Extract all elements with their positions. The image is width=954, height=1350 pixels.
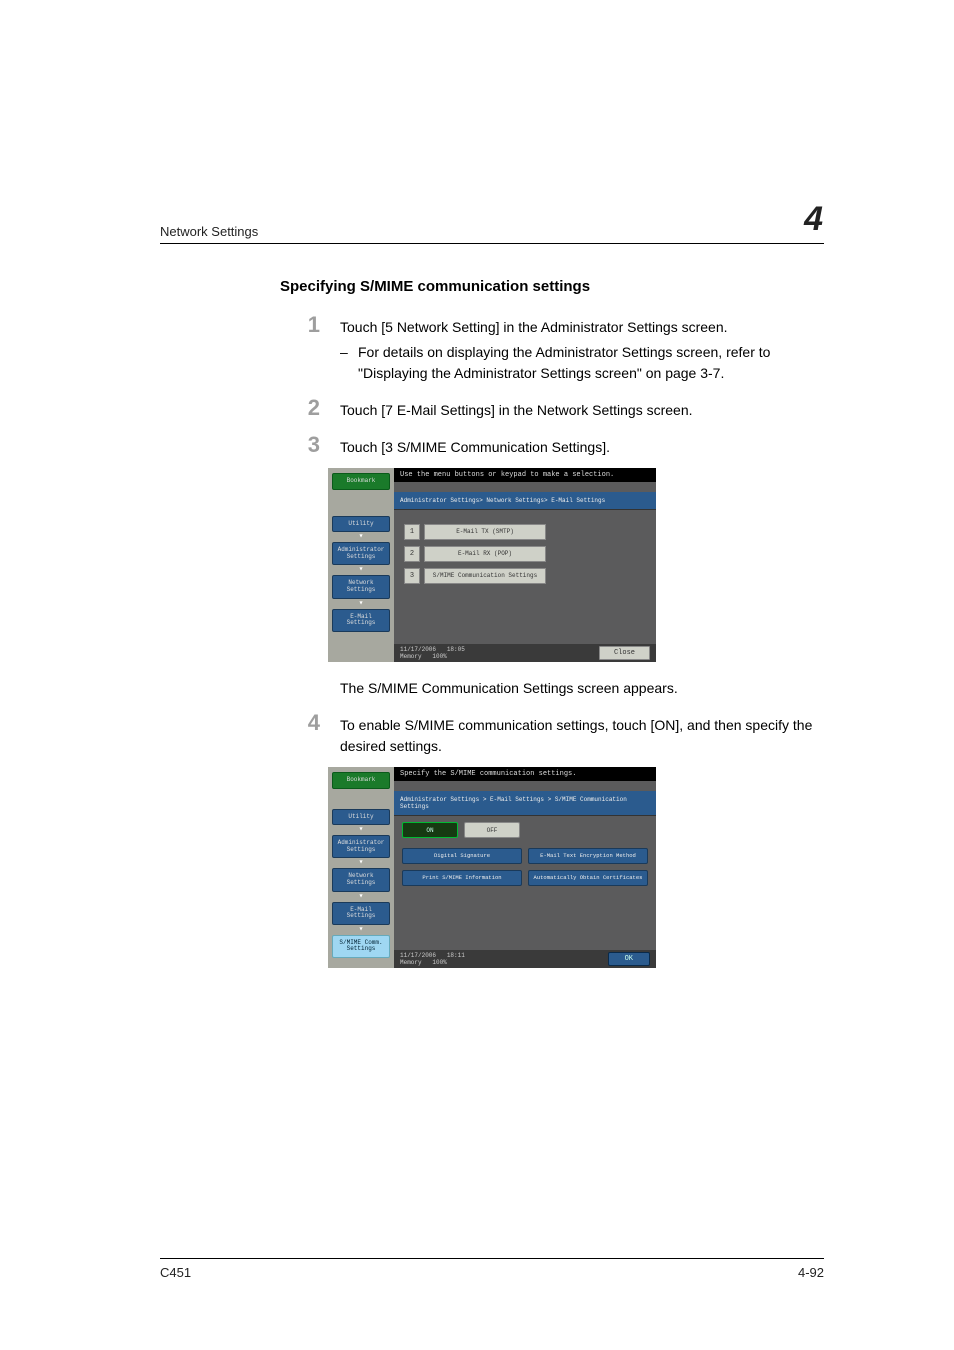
down-arrow-icon: ▾ bbox=[332, 568, 390, 572]
menu-number: 1 bbox=[404, 524, 420, 540]
sidebar-smime-settings[interactable]: S/MIME Comm. Settings bbox=[332, 935, 390, 958]
main-column: Use the menu buttons or keypad to make a… bbox=[394, 468, 656, 662]
menu-item-emailtx[interactable]: 1 E-Mail TX (SMTP) bbox=[404, 524, 646, 540]
header-rule bbox=[160, 243, 824, 244]
encryption-method-button[interactable]: E-Mail Text Encryption Method bbox=[528, 848, 648, 864]
menu-label: S/MIME Communication Settings bbox=[424, 568, 546, 584]
sidebar-email-settings[interactable]: E-Mail Settings bbox=[332, 902, 390, 925]
step-4: 4 To enable S/MIME communication setting… bbox=[280, 711, 824, 757]
status-mem-label: Memory bbox=[400, 653, 422, 660]
down-arrow-icon: ▾ bbox=[332, 895, 390, 899]
status-memory: 100% bbox=[432, 959, 446, 966]
step-number: 2 bbox=[280, 396, 340, 420]
page: Network Settings 4 Specifying S/MIME com… bbox=[0, 0, 954, 1350]
step-text: Touch [3 S/MIME Communication Settings]. bbox=[340, 433, 824, 458]
menu-number: 2 bbox=[404, 546, 420, 562]
down-arrow-icon: ▾ bbox=[332, 535, 390, 539]
digital-signature-button[interactable]: Digital Signature bbox=[402, 848, 522, 864]
menu-list: 1 E-Mail TX (SMTP) 2 E-Mail RX (POP) 3 S… bbox=[394, 510, 656, 640]
side-column: Bookmark Utility ▾ Administrator Setting… bbox=[328, 767, 394, 968]
page-header: Network Settings 4 bbox=[160, 200, 824, 239]
continuation-text: The S/MIME Communication Settings screen… bbox=[340, 678, 824, 699]
screenshot-smime-settings: Bookmark Utility ▾ Administrator Setting… bbox=[328, 767, 656, 968]
footer-page: 4-92 bbox=[798, 1265, 824, 1280]
sidebar-network-settings[interactable]: Network Settings bbox=[332, 575, 390, 598]
ok-button[interactable]: OK bbox=[608, 952, 650, 966]
print-smime-info-button[interactable]: Print S/MIME Information bbox=[402, 870, 522, 886]
status-bar: 11/17/2006 18:11 Memory 100% OK bbox=[394, 950, 656, 968]
settings-grid: Digital Signature E-Mail Text Encryption… bbox=[394, 848, 656, 946]
menu-item-emailrx[interactable]: 2 E-Mail RX (POP) bbox=[404, 546, 646, 562]
sidebar-admin-settings[interactable]: Administrator Settings bbox=[332, 542, 390, 565]
instruction-bar: Specify the S/MIME communication setting… bbox=[394, 767, 656, 781]
obtain-certificates-button[interactable]: Automatically Obtain Certificates bbox=[528, 870, 648, 886]
step-number: 3 bbox=[280, 433, 340, 457]
section-title: Network Settings bbox=[160, 224, 258, 239]
down-arrow-icon: ▾ bbox=[332, 602, 390, 606]
chapter-number: 4 bbox=[804, 200, 824, 239]
page-footer: C451 4-92 bbox=[160, 1258, 824, 1280]
on-off-row: ON OFF bbox=[394, 816, 656, 848]
main-column: Specify the S/MIME communication setting… bbox=[394, 767, 656, 968]
step-number: 4 bbox=[280, 711, 340, 735]
down-arrow-icon: ▾ bbox=[332, 828, 390, 832]
menu-label: E-Mail RX (POP) bbox=[424, 546, 546, 562]
menu-label: E-Mail TX (SMTP) bbox=[424, 524, 546, 540]
status-mem-label: Memory bbox=[400, 959, 422, 966]
status-time: 18:11 bbox=[447, 952, 465, 959]
status-memory: 100% bbox=[432, 653, 446, 660]
step-text: Touch [5 Network Setting] in the Adminis… bbox=[340, 317, 824, 338]
status-time: 18:05 bbox=[447, 646, 465, 653]
sidebar-email-settings[interactable]: E-Mail Settings bbox=[332, 609, 390, 632]
footer-rule bbox=[160, 1258, 824, 1259]
side-column: Bookmark Utility ▾ Administrator Setting… bbox=[328, 468, 394, 662]
sidebar-network-settings[interactable]: Network Settings bbox=[332, 868, 390, 891]
on-button[interactable]: ON bbox=[402, 822, 458, 838]
bookmark-button[interactable]: Bookmark bbox=[332, 772, 390, 789]
status-bar: 11/17/2006 18:05 Memory 100% Close bbox=[394, 644, 656, 662]
down-arrow-icon: ▾ bbox=[332, 928, 390, 932]
breadcrumb: Administrator Settings > E-Mail Settings… bbox=[394, 791, 656, 816]
sidebar-utility[interactable]: Utility bbox=[332, 516, 390, 533]
sidebar-utility[interactable]: Utility bbox=[332, 809, 390, 826]
off-button[interactable]: OFF bbox=[464, 822, 520, 838]
down-arrow-icon: ▾ bbox=[332, 861, 390, 865]
step-3: 3 Touch [3 S/MIME Communication Settings… bbox=[280, 433, 824, 458]
step-1: 1 Touch [5 Network Setting] in the Admin… bbox=[280, 313, 824, 384]
menu-number: 3 bbox=[404, 568, 420, 584]
dash-bullet: – bbox=[340, 342, 358, 384]
heading: Specifying S/MIME communication settings bbox=[280, 278, 824, 295]
step-number: 1 bbox=[280, 313, 340, 337]
close-button[interactable]: Close bbox=[599, 646, 650, 660]
step-subtext: For details on displaying the Administra… bbox=[358, 342, 824, 384]
status-date: 11/17/2006 bbox=[400, 646, 436, 653]
menu-item-smime[interactable]: 3 S/MIME Communication Settings bbox=[404, 568, 646, 584]
step-subitem: – For details on displaying the Administ… bbox=[340, 342, 824, 384]
step-text: To enable S/MIME communication settings,… bbox=[340, 711, 824, 757]
instruction-bar: Use the menu buttons or keypad to make a… bbox=[394, 468, 656, 482]
sidebar-admin-settings[interactable]: Administrator Settings bbox=[332, 835, 390, 858]
bookmark-button[interactable]: Bookmark bbox=[332, 473, 390, 490]
status-date: 11/17/2006 bbox=[400, 952, 436, 959]
step-text: Touch [7 E-Mail Settings] in the Network… bbox=[340, 396, 824, 421]
step-2: 2 Touch [7 E-Mail Settings] in the Netwo… bbox=[280, 396, 824, 421]
screenshot-email-settings: Bookmark Utility ▾ Administrator Setting… bbox=[328, 468, 656, 662]
breadcrumb: Administrator Settings> Network Settings… bbox=[394, 492, 656, 510]
footer-model: C451 bbox=[160, 1265, 191, 1280]
